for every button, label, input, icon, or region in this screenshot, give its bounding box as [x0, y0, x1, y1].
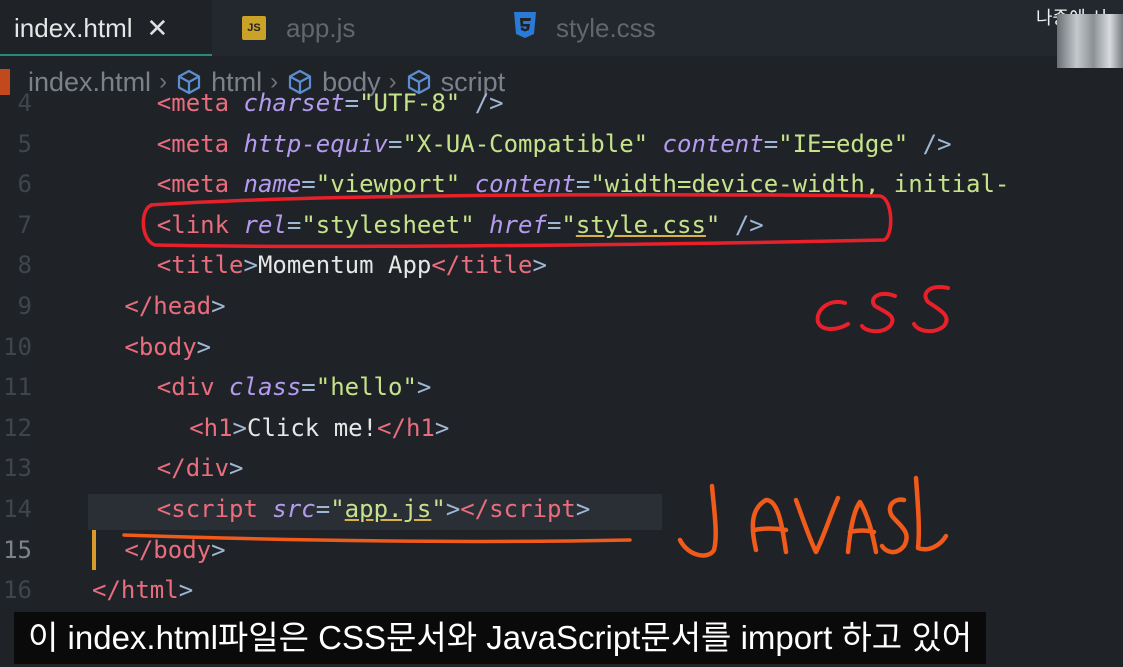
handwritten-css-label: [815, 285, 950, 334]
handwritten-javascript-label: [677, 475, 949, 558]
javascript-underline: [122, 533, 632, 544]
css-highlight-box: [141, 192, 893, 249]
annotation-layer: [122, 192, 950, 558]
video-subtitle: 이 index.html파일은 CSS문서와 JavaScript문서를 imp…: [14, 612, 987, 664]
